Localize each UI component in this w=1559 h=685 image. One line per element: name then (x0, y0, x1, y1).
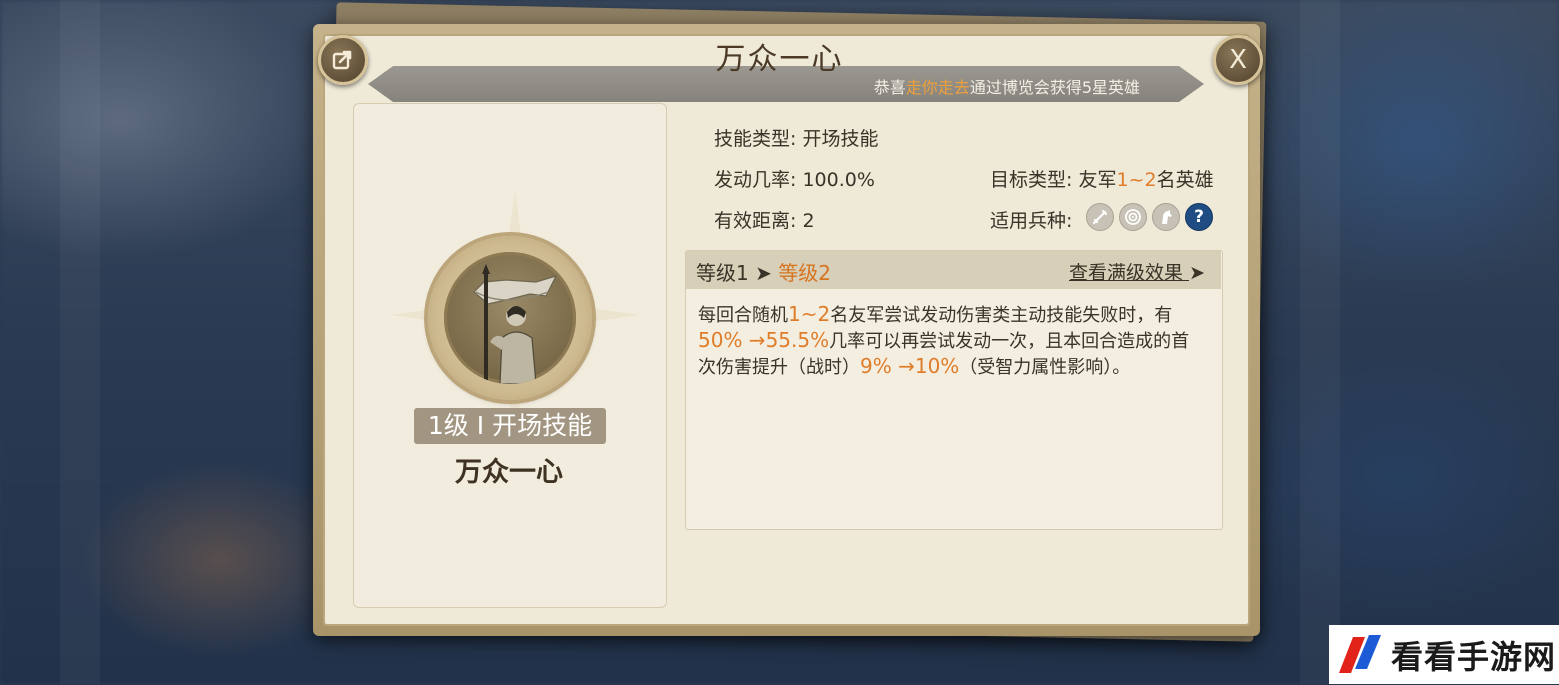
view-max-level-link[interactable]: 查看满级效果 ➤ (1069, 258, 1205, 285)
troop-types-label: 适用兵种: (990, 210, 1073, 232)
level-tabs: 等级1 ➤ 等级2 (696, 257, 831, 286)
chevron-right-icon: ➤ (1189, 262, 1205, 284)
skill-icon[interactable] (428, 236, 592, 400)
sword-icon (1086, 203, 1114, 231)
skill-type: 技能类型: 开场技能 (714, 128, 879, 150)
broadcast-notice: 恭喜走你走去通过博览会获得5星英雄 (700, 74, 1140, 98)
watermark: 看看手游网 (1329, 625, 1559, 684)
level-2-tab[interactable]: 等级2 (778, 261, 831, 285)
watermark-logo-icon (1333, 629, 1385, 681)
level-arrow-icon: ➤ (755, 261, 772, 285)
trigger-chance: 发动几率: 100.0% (714, 169, 875, 191)
watermark-text: 看看手游网 (1391, 637, 1557, 676)
troop-types: ? (1086, 203, 1213, 231)
desc-value-2: 50% →55.5% (698, 328, 830, 352)
share-button[interactable] (318, 35, 368, 85)
view-max-level-label: 查看满级效果 (1069, 262, 1184, 284)
horse-icon (1152, 203, 1180, 231)
desc-part-1: 每回合随机 (698, 305, 788, 326)
background-stripe (60, 0, 100, 684)
background-stripe (1300, 0, 1340, 684)
target-type: 目标类型: 友军1~2名英雄 (990, 165, 1214, 192)
target-type-suffix: 名英雄 (1156, 169, 1214, 191)
desc-part-2: 名友军尝试发动伤害类主动技能失败时，有 (830, 305, 1173, 326)
target-type-prefix: 目标类型: 友军 (990, 169, 1117, 191)
notice-player: 走你走去 (905, 78, 970, 97)
notice-suffix: 通过博览会获得5星英雄 (969, 78, 1140, 97)
dialog-title: 万众一心 (715, 42, 844, 77)
help-icon[interactable]: ? (1185, 203, 1213, 231)
bow-target-icon (1119, 203, 1147, 231)
level-1-tab[interactable]: 等级1 (696, 261, 749, 285)
notice-prefix: 恭喜 (873, 78, 906, 97)
skill-name: 万众一心 (455, 457, 563, 488)
skill-effect-box (685, 250, 1223, 530)
close-button[interactable]: X (1213, 35, 1263, 85)
skill-level-badge: 1级 I 开场技能 (414, 408, 606, 444)
skill-description: 每回合随机1~2名友军尝试发动伤害类主动技能失败时，有50% →55.5%几率可… (698, 302, 1198, 380)
help-glyph: ? (1194, 207, 1204, 227)
close-icon: X (1229, 45, 1247, 75)
effective-range: 有效距离: 2 (714, 210, 815, 232)
desc-value-1: 1~2 (788, 302, 831, 326)
desc-part-4: （受智力属性影响）。 (959, 357, 1131, 378)
desc-value-3: 9% →10% (860, 354, 960, 378)
share-icon (332, 50, 352, 70)
flag-bearer-icon (444, 252, 576, 384)
target-type-range: 1~2 (1116, 169, 1157, 191)
